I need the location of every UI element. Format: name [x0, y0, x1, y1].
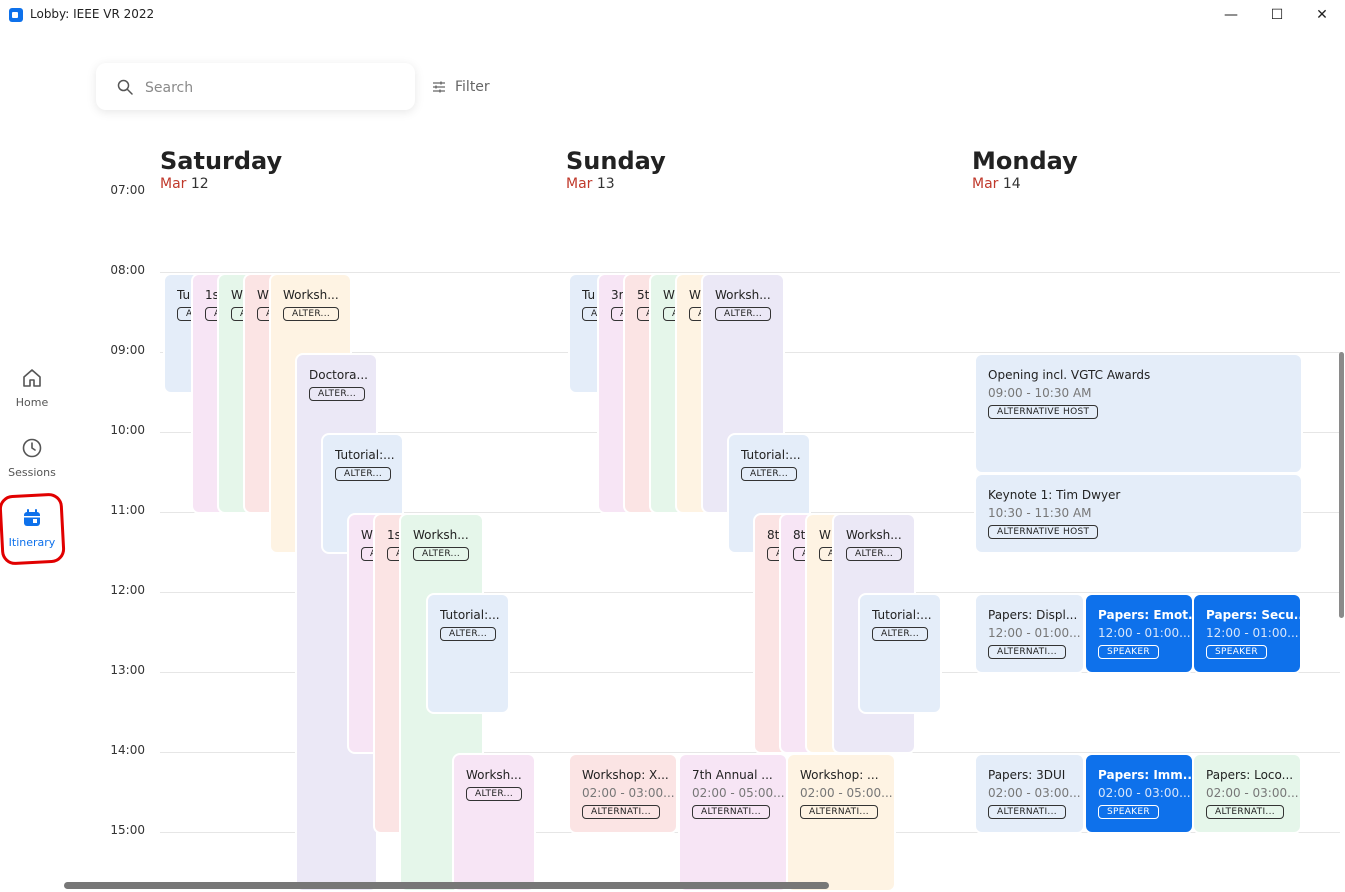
zoom-app-icon — [9, 8, 23, 22]
annotation-highlight — [0, 492, 66, 566]
minimize-button[interactable]: — — [1208, 0, 1254, 30]
sidebar-item-label: Home — [15, 396, 49, 409]
event-card[interactable]: Papers: Secu... 12:00 - 01:00... SPEAKER — [1192, 593, 1302, 674]
time-label: 13:00 — [110, 663, 145, 677]
event-card[interactable]: Workshop: ... 02:00 - 05:00... ALTERNATI..… — [786, 753, 896, 892]
horizontal-scrollbar[interactable] — [64, 882, 829, 889]
event-card[interactable]: Worksh... ALTER... — [452, 753, 536, 892]
event-card[interactable]: 7th Annual ... 02:00 - 05:00... ALTERNATI.… — [678, 753, 788, 892]
time-label: 08:00 — [110, 263, 145, 277]
window-title: Lobby: IEEE VR 2022 — [30, 7, 155, 21]
sidebar-item-sessions[interactable]: Sessions — [0, 436, 64, 479]
day-date-sunday: Mar 13 — [566, 176, 615, 192]
vertical-scrollbar[interactable] — [1339, 352, 1344, 618]
event-card[interactable]: Papers: Emot... 12:00 - 01:00... SPEAKER — [1084, 593, 1194, 674]
close-button[interactable]: ✕ — [1299, 0, 1345, 30]
event-card[interactable]: Papers: 3DUI 02:00 - 03:00... ALTERNATI... — [974, 753, 1085, 834]
time-label: 09:00 — [110, 343, 145, 357]
sidebar-item-label: Sessions — [8, 466, 56, 479]
filter-button[interactable]: Filter — [455, 79, 490, 95]
event-card[interactable]: Papers: Loco... 02:00 - 03:00... ALTERNATI… — [1192, 753, 1302, 834]
day-date-monday: Mar 14 — [972, 176, 1021, 192]
home-icon — [23, 369, 41, 387]
day-date-saturday: Mar 12 — [160, 176, 209, 192]
filter-icon — [433, 81, 445, 93]
event-card[interactable]: Opening incl. VGTC Awards 09:00 - 10:30 A… — [974, 353, 1303, 474]
search-input[interactable] — [143, 78, 387, 98]
day-title-saturday: Saturday — [160, 147, 283, 175]
event-card[interactable]: Workshop: X... 02:00 - 03:00... ALTERNATI.… — [568, 753, 678, 834]
day-title-sunday: Sunday — [566, 147, 666, 175]
event-card[interactable]: Papers: Displ... 12:00 - 01:00... ALTERNAT… — [974, 593, 1085, 674]
time-label: 15:00 — [110, 823, 145, 837]
time-label: 14:00 — [110, 743, 145, 757]
event-card[interactable]: Tutorial:... ALTER... — [426, 593, 510, 714]
event-card[interactable]: Keynote 1: Tim Dwyer 10:30 - 11:30 AM ALTE… — [974, 473, 1303, 554]
clock-icon — [22, 438, 42, 458]
day-title-monday: Monday — [972, 147, 1078, 175]
event-card[interactable]: Papers: Imm... 02:00 - 03:00... SPEAKER — [1084, 753, 1194, 834]
time-label: 10:00 — [110, 423, 145, 437]
title-bar: Lobby: IEEE VR 2022 — ☐ ✕ — [0, 0, 1345, 30]
sidebar-item-home[interactable]: Home — [0, 366, 64, 409]
time-label: 12:00 — [110, 583, 145, 597]
event-card[interactable]: Tutorial:... ALTER... — [858, 593, 942, 714]
search-icon — [117, 79, 133, 95]
maximize-button[interactable]: ☐ — [1254, 0, 1300, 30]
time-label: 11:00 — [110, 503, 145, 517]
time-label: 07:00 — [110, 183, 145, 197]
